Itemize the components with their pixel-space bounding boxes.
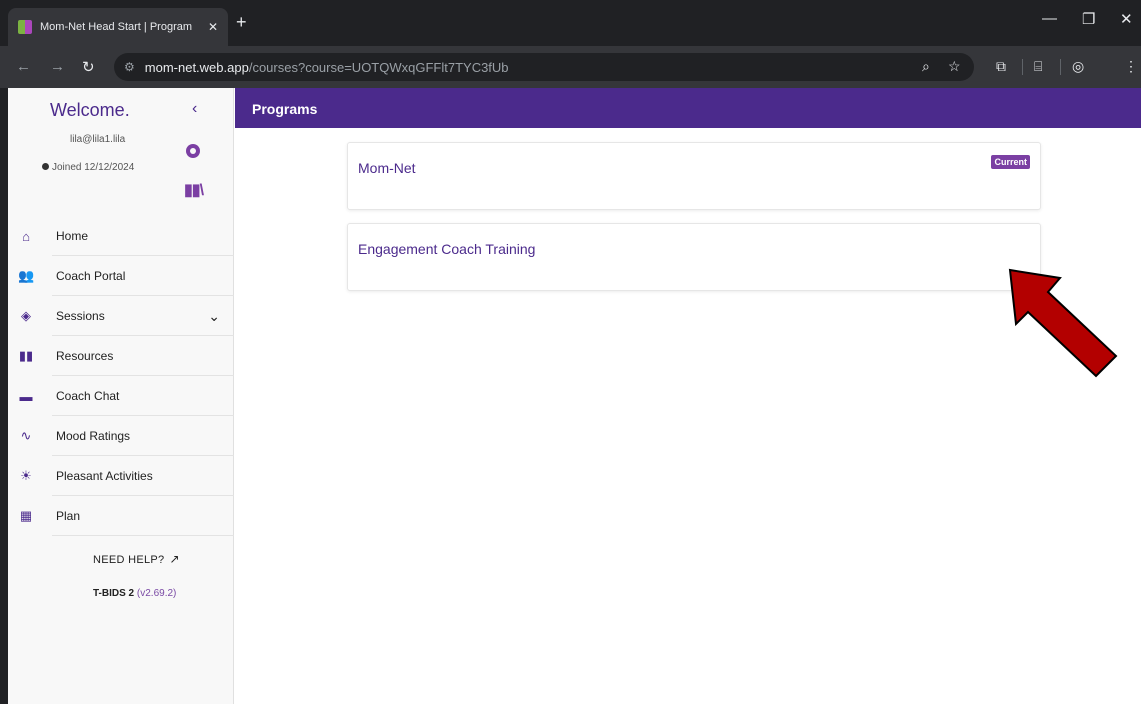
close-window-icon[interactable]: ✕ <box>1120 10 1133 28</box>
toolbar-divider <box>1022 59 1023 75</box>
search-tab-icon[interactable]: ⌸ <box>1034 58 1042 75</box>
need-help-label: NEED HELP? <box>93 554 165 566</box>
bookmark-star-icon[interactable]: ☆ <box>948 58 961 75</box>
profile-icon[interactable]: ◎ <box>1072 58 1084 75</box>
annotation-arrow-icon <box>1008 268 1118 378</box>
collapse-sidebar-icon[interactable]: ‹ <box>192 100 197 118</box>
sidebar: Welcome. ‹ lila@lila1.lila Joined 12/12/… <box>8 88 234 704</box>
close-tab-icon[interactable]: ✕ <box>208 20 218 34</box>
library-icon[interactable]: ▮▮\ <box>184 180 204 200</box>
extensions-icon[interactable]: ⧉ <box>996 58 1006 75</box>
sidebar-item-label: Coach Chat <box>56 389 120 403</box>
reload-icon[interactable]: ↻ <box>82 58 95 76</box>
back-icon[interactable]: ← <box>16 58 31 75</box>
current-badge: Current <box>991 155 1030 169</box>
sidebar-item-pleasant-activities[interactable]: ☀ Pleasant Activities <box>8 456 234 496</box>
app-name: T-BIDS 2 <box>93 588 135 599</box>
user-email: lila@lila1.lila <box>70 134 126 145</box>
restore-icon[interactable]: ❐ <box>1082 10 1095 28</box>
chart-line-icon: ∿ <box>20 428 32 443</box>
address-bar[interactable]: ⚙ mom-net.web.app/courses?course=UOTQWxq… <box>114 53 974 81</box>
version-number: (v2.69.2) <box>136 588 177 599</box>
page-title: Programs <box>252 101 318 117</box>
browser-window: Mom-Net Head Start | Program ✕ + — ❐ ✕ ←… <box>0 0 1141 704</box>
program-name: Mom-Net <box>358 160 416 176</box>
joined-date: Joined 12/12/2024 <box>42 162 134 173</box>
sidebar-item-label: Plan <box>56 509 81 523</box>
calendar-icon: ▦ <box>19 508 33 523</box>
sidebar-item-label: Pleasant Activities <box>56 469 153 483</box>
tab-strip: Mom-Net Head Start | Program ✕ + — ❐ ✕ <box>0 0 1141 46</box>
site-favicon-icon <box>18 20 32 34</box>
sidebar-item-mood-ratings[interactable]: ∿ Mood Ratings <box>8 416 234 456</box>
sun-icon: ☀ <box>20 468 32 483</box>
toolbar-divider <box>1060 59 1061 75</box>
home-icon: ⌂ <box>22 228 30 244</box>
divider <box>52 535 234 536</box>
web-app: Welcome. ‹ lila@lila1.lila Joined 12/12/… <box>8 88 1141 704</box>
app-version: T-BIDS 2 (v2.69.2) <box>93 588 176 599</box>
menu-kebab-icon[interactable]: ⋮ <box>1124 58 1138 75</box>
external-link-icon: ↗ <box>169 552 180 566</box>
program-card-engagement-coach-training[interactable]: Engagement Coach Training <box>347 223 1041 291</box>
sidebar-item-coach-chat[interactable]: ▬ Coach Chat <box>8 376 234 416</box>
joined-text: Joined 12/12/2024 <box>52 162 135 173</box>
sidebar-menu: ⌂ Home 👥 Coach Portal ◈ Sessions ⌄ ▮▮ Re… <box>8 216 234 536</box>
book-icon: ▮▮ <box>18 348 34 363</box>
url-path: /courses?course=UOTQWxqGFFlt7TYC3fUb <box>248 59 509 75</box>
info-icon <box>42 163 49 170</box>
chevron-down-icon[interactable]: ⌄ <box>208 308 220 325</box>
sidebar-item-plan[interactable]: ▦ Plan <box>8 496 234 536</box>
forward-icon[interactable]: → <box>50 58 65 75</box>
zoom-icon[interactable]: ⌕ <box>922 58 930 75</box>
settings-gear-icon[interactable] <box>186 144 200 158</box>
sidebar-item-coach-portal[interactable]: 👥 Coach Portal <box>8 256 234 296</box>
tab-title: Mom-Net Head Start | Program <box>40 21 193 33</box>
chat-icon: ▬ <box>19 388 33 404</box>
minimize-icon[interactable]: — <box>1042 10 1057 27</box>
site-info-icon[interactable]: ⚙ <box>124 60 135 74</box>
sidebar-item-label: Home <box>56 229 89 243</box>
url-host: mom-net.web.app <box>144 59 249 75</box>
browser-tab[interactable]: Mom-Net Head Start | Program ✕ <box>8 8 228 46</box>
sidebar-item-label: Coach Portal <box>56 269 126 283</box>
sidebar-item-resources[interactable]: ▮▮ Resources <box>8 336 234 376</box>
layers-icon: ◈ <box>21 308 31 323</box>
need-help-link[interactable]: NEED HELP? ↗ <box>93 552 180 566</box>
sidebar-item-label: Resources <box>56 349 114 363</box>
welcome-heading: Welcome. <box>50 100 130 120</box>
users-icon: 👥 <box>18 268 35 283</box>
program-card-mom-net[interactable]: Mom-Net Current <box>347 142 1041 210</box>
new-tab-icon[interactable]: + <box>236 12 247 33</box>
sidebar-item-label: Mood Ratings <box>56 429 131 443</box>
sidebar-item-label: Sessions <box>56 309 105 323</box>
page-header: Programs <box>235 88 1141 128</box>
sidebar-item-sessions[interactable]: ◈ Sessions ⌄ <box>8 296 234 336</box>
program-name: Engagement Coach Training <box>358 241 536 257</box>
sidebar-item-home[interactable]: ⌂ Home <box>8 216 234 256</box>
address-toolbar: ← → ↻ ⚙ mom-net.web.app/courses?course=U… <box>0 46 1141 88</box>
